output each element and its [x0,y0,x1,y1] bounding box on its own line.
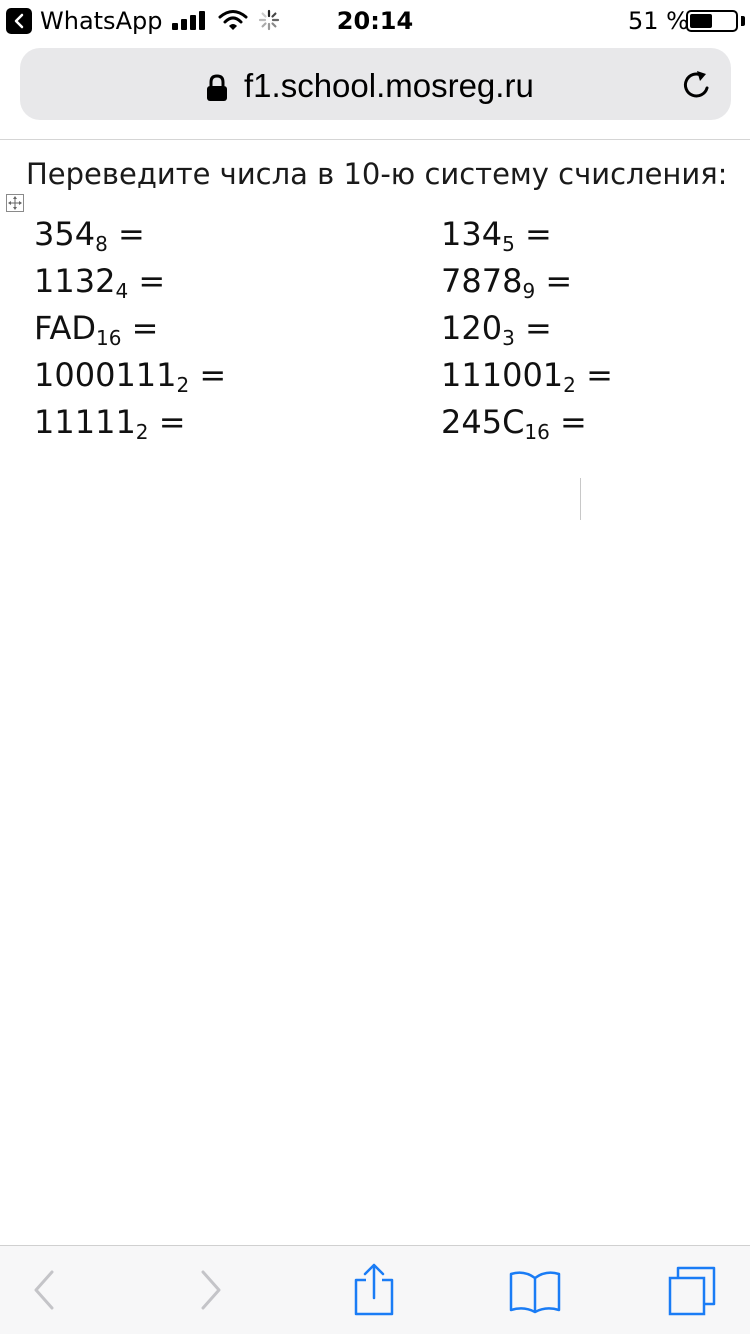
equals-sign: = [107,215,145,253]
exercise-number: 1132 [34,262,116,300]
browser-address-area: f1.school.mosreg.ru [0,40,750,140]
address-bar[interactable]: f1.school.mosreg.ru [20,48,731,120]
bookmarks-icon[interactable] [508,1268,562,1314]
table-row: 11324 = 78789 = [34,258,594,305]
exercise-item: 245C16 = [441,399,587,446]
exercise-base: 8 [95,232,108,256]
browser-toolbar [0,1245,750,1334]
exercise-base: 2 [135,420,149,444]
battery-level-fill [690,14,712,28]
url-text[interactable]: f1.school.mosreg.ru [244,68,534,104]
table-row: FAD16 = 1203 = [34,305,594,352]
exercise-base: 16 [524,420,550,444]
exercise-number: 134 [441,215,503,253]
exercise-number: 11111 [34,403,136,441]
equals-sign: = [148,403,186,441]
exercise-item: 10001112 = [34,352,226,399]
equals-sign: = [514,215,552,253]
exercise-base: 2 [176,373,190,397]
text-cursor [580,478,581,520]
exercise-item: 1203 = [441,305,552,352]
exercise-base: 16 [96,326,122,350]
exercise-item: 3548 = [34,211,145,258]
move-cross-icon [8,196,22,210]
exercise-item: FAD16 = [34,305,158,352]
lock-icon [207,74,227,101]
exercise-number: 245C [441,403,525,441]
battery-icon [686,10,738,32]
exercise-item: 11324 = [34,258,165,305]
exercise-item: 1345 = [441,211,552,258]
exercise-table: 3548 = 1345 = 11324 = 78789 = FAD16 = 12… [34,211,613,520]
exercise-base: 9 [522,279,536,303]
equals-sign: = [575,356,613,394]
table-row: 111112 = 245C16 = [34,399,594,446]
exercise-base: 4 [115,279,129,303]
battery-percentage: 51 % [628,7,689,35]
equals-sign: = [121,309,159,347]
equals-sign: = [549,403,587,441]
forward-arrow-icon[interactable] [197,1268,225,1312]
exercise-item: 78789 = [441,258,572,305]
web-page-content: Переведите числа в 10-ю систему счислени… [0,141,750,1245]
equals-sign: = [514,309,552,347]
exercise-number: 7878 [441,262,523,300]
reload-icon[interactable] [680,68,714,102]
exercise-item: 111112 = [34,399,186,446]
exercise-number: 111001 [441,356,564,394]
share-icon[interactable] [352,1262,396,1318]
exercise-number: FAD [34,309,96,347]
exercise-number: 120 [441,309,503,347]
exercise-base: 2 [563,373,576,397]
exercise-base: 3 [502,326,515,350]
tabs-icon[interactable] [666,1264,720,1318]
status-bar: WhatsApp 20:14 51 % [0,0,750,40]
equals-sign: = [535,262,573,300]
table-row: 10001112 = 1110012 = [34,352,613,399]
battery-cap [741,16,745,26]
exercise-number: 354 [34,215,96,253]
instruction-heading: Переведите числа в 10-ю систему счислени… [26,157,728,191]
exercise-number: 1000111 [34,356,177,394]
exercise-base: 5 [502,232,515,256]
exercise-item: 1110012 = [441,352,613,399]
back-arrow-icon[interactable] [30,1268,58,1312]
equals-sign: = [189,356,227,394]
table-row: 3548 = 1345 = [34,211,594,258]
table-move-handle[interactable] [6,194,24,212]
equals-sign: = [128,262,166,300]
